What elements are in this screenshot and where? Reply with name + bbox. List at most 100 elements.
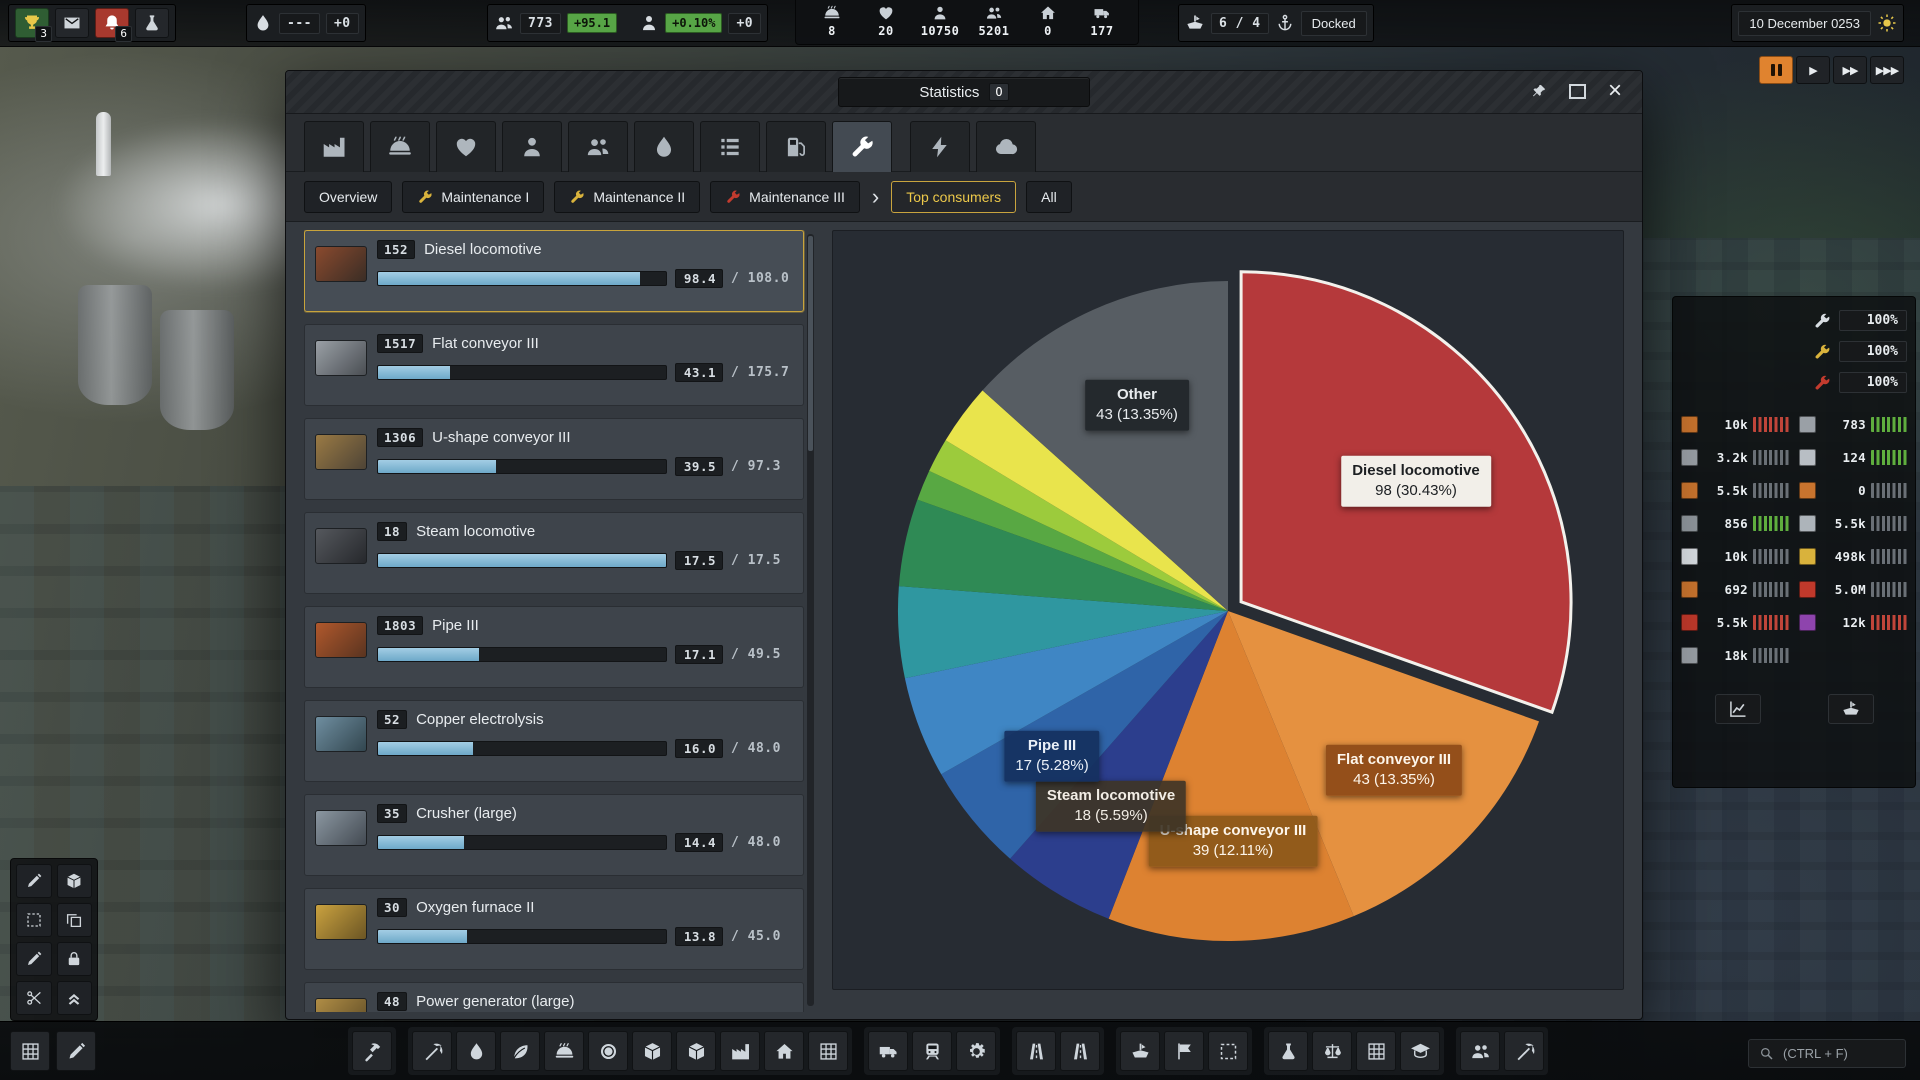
toolbar-jobs-button[interactable]	[1504, 1031, 1544, 1071]
resource-stat[interactable]: 0	[1799, 474, 1907, 507]
consumer-row-copper-electrolysis[interactable]: 52 Copper electrolysis 16.0 / 48.0	[304, 700, 804, 782]
toolbar-water-button[interactable]	[456, 1031, 496, 1071]
resource-stat[interactable]: 5.5k	[1799, 507, 1907, 540]
toolbar-food-button[interactable]	[544, 1031, 584, 1071]
toolbar-trade-button[interactable]	[1312, 1031, 1352, 1071]
resource-stat[interactable]: 5.5k	[1681, 606, 1789, 639]
resource-stat[interactable]: 498k	[1799, 540, 1907, 573]
window-titlebar[interactable]: Statistics O ×	[286, 71, 1642, 114]
stats-tab-health[interactable]	[436, 121, 496, 172]
subtab-overview[interactable]: Overview	[304, 181, 392, 213]
speed-fastest-forward-button[interactable]: ▶▶▶	[1870, 56, 1904, 84]
toolbar-storage-button[interactable]	[632, 1031, 672, 1071]
tool-lock-tool-button[interactable]	[57, 942, 93, 976]
toolbar-zones-button[interactable]	[1208, 1031, 1248, 1071]
toolbar-roads-button[interactable]	[1016, 1031, 1056, 1071]
consumer-row-u-shape-conveyor-iii[interactable]: 1306 U-shape conveyor III 39.5 / 97.3	[304, 418, 804, 500]
toolbar-blueprints-button[interactable]	[56, 1031, 96, 1071]
toolbar-bridges-button[interactable]	[1060, 1031, 1100, 1071]
tool-stamp-button[interactable]	[57, 864, 93, 898]
subtab-maintenance-iii[interactable]: Maintenance III	[710, 181, 860, 213]
toolbar-trucks-button[interactable]	[868, 1031, 908, 1071]
resource-stat[interactable]: 783	[1799, 408, 1907, 441]
stats-tab-population[interactable]	[502, 121, 562, 172]
tool-copy-tool-button[interactable]	[57, 903, 93, 937]
toolbar-data-button[interactable]	[1356, 1031, 1396, 1071]
stats-tab-food[interactable]	[370, 121, 430, 172]
consumer-row-diesel-locomotive[interactable]: 152 Diesel locomotive 98.4 / 108.0	[304, 230, 804, 312]
stats-tab-computing[interactable]	[976, 121, 1036, 172]
toolbar-shipyard-button[interactable]	[1120, 1031, 1160, 1071]
stats-tab-water[interactable]	[634, 121, 694, 172]
tool-edit-tool-button[interactable]	[16, 942, 52, 976]
tool-cut-tool-button[interactable]	[16, 981, 52, 1015]
pin-button[interactable]	[1522, 77, 1556, 105]
subtab-maintenance-ii[interactable]: Maintenance II	[554, 181, 700, 213]
toolbar-farming-button[interactable]	[500, 1031, 540, 1071]
stats-tab-fuel[interactable]	[766, 121, 826, 172]
toolbar-economy-button[interactable]	[588, 1031, 628, 1071]
toolbar-research-button[interactable]	[1268, 1031, 1308, 1071]
close-button[interactable]: ×	[1598, 77, 1632, 105]
speed-fast-forward-button[interactable]: ▶▶	[1833, 56, 1867, 84]
resource-stat[interactable]: 5.0M	[1799, 573, 1907, 606]
tool-select-area-button[interactable]	[16, 903, 52, 937]
subtab-all[interactable]: All	[1026, 181, 1072, 213]
consumer-row-power-generator-large[interactable]: 48 Power generator (large)	[304, 982, 804, 1012]
resource-stat[interactable]: 5.5k	[1681, 474, 1789, 507]
resource-stat[interactable]: 692	[1681, 573, 1789, 606]
messages-button[interactable]	[55, 8, 89, 38]
scrollbar-thumb[interactable]	[808, 236, 813, 451]
toolbar-population-button[interactable]	[1460, 1031, 1500, 1071]
search-box[interactable]	[1748, 1039, 1906, 1068]
tool-collapse-panel-button[interactable]	[57, 981, 93, 1015]
resource-stat[interactable]: 3.2k	[1681, 441, 1789, 474]
list-scrollbar[interactable]	[807, 234, 814, 1006]
speed-play-button[interactable]: ▶	[1796, 56, 1830, 84]
stats-tab-production-buildings[interactable]	[304, 121, 364, 172]
consumer-row-steam-locomotive[interactable]: 18 Steam locomotive 17.5 / 17.5	[304, 512, 804, 594]
alerts-button[interactable]: 6	[95, 8, 129, 38]
resource-stat[interactable]: 10k	[1681, 408, 1789, 441]
resource-stat[interactable]: 124	[1799, 441, 1907, 474]
toolbar-mining-button[interactable]	[412, 1031, 452, 1071]
toolbar-overlays-button[interactable]	[10, 1031, 50, 1071]
toolbar-education-button[interactable]	[1400, 1031, 1440, 1071]
toolbar-industry-button[interactable]	[720, 1031, 760, 1071]
tool-paint-button[interactable]	[16, 864, 52, 898]
bottom-toolbar	[0, 1021, 1920, 1080]
shipyard-shortcut-button[interactable]	[1828, 694, 1874, 724]
toolbar-trains-button[interactable]	[912, 1031, 952, 1071]
maximize-button[interactable]	[1560, 77, 1594, 105]
fluid-icon	[253, 13, 273, 33]
toolbar-housing-button[interactable]	[764, 1031, 804, 1071]
resource-stat[interactable]: 18k	[1681, 639, 1789, 672]
achievements-button[interactable]: 3	[15, 8, 49, 38]
toolbar-services-button[interactable]	[808, 1031, 848, 1071]
research-button[interactable]	[135, 8, 169, 38]
toolbar-flags-button[interactable]	[1164, 1031, 1204, 1071]
subtab-maintenance-i[interactable]: Maintenance I	[402, 181, 544, 213]
consumer-row-flat-conveyor-iii[interactable]: 1517 Flat conveyor III 43.1 / 175.7	[304, 324, 804, 406]
consumer-row-crusher-large[interactable]: 35 Crusher (large) 14.4 / 48.0	[304, 794, 804, 876]
resource-stat[interactable]: 856	[1681, 507, 1789, 540]
flask-icon	[1278, 1041, 1299, 1062]
statistics-window: Statistics O × Overview Maintenance I Main…	[285, 70, 1643, 1020]
stats-tab-workers[interactable]	[568, 121, 628, 172]
stats-tab-resources[interactable]	[700, 121, 760, 172]
toolbar-logistics-button[interactable]	[676, 1031, 716, 1071]
resource-stat[interactable]: 10k	[1681, 540, 1789, 573]
consumer-row-pipe-iii[interactable]: 1803 Pipe III 17.1 / 49.5	[304, 606, 804, 688]
subtab-top-consumers[interactable]: Top consumers	[891, 181, 1016, 213]
statistics-shortcut-button[interactable]	[1715, 694, 1761, 724]
stats-tab-maintenance[interactable]	[832, 121, 892, 172]
stats-tab-electricity[interactable]	[910, 121, 970, 172]
speed-pause-button[interactable]	[1759, 56, 1793, 84]
toolbar-machines-button[interactable]	[956, 1031, 996, 1071]
resource-icon	[1799, 416, 1816, 433]
search-input[interactable]	[1781, 1045, 1895, 1062]
resource-stat[interactable]: 12k	[1799, 606, 1907, 639]
drop-icon	[466, 1041, 487, 1062]
consumer-row-oxygen-furnace-ii[interactable]: 30 Oxygen furnace II 13.8 / 45.0	[304, 888, 804, 970]
toolbar-build-menu-button[interactable]	[352, 1031, 392, 1071]
